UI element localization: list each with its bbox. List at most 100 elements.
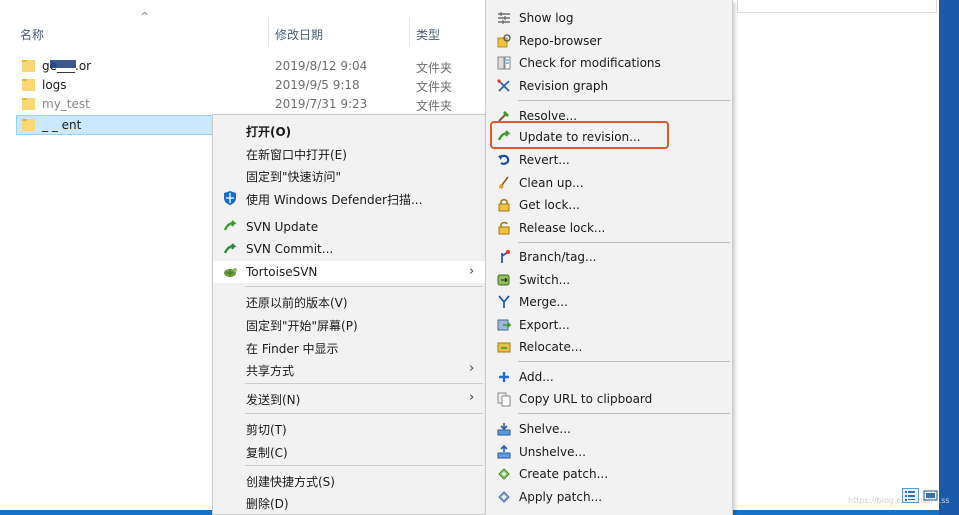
- column-header-date[interactable]: 修改日期: [275, 26, 323, 43]
- column-header-type[interactable]: 类型: [416, 26, 440, 43]
- get-lock-icon: [498, 198, 510, 212]
- svn-commit-icon: [223, 243, 237, 254]
- menu-item-open-new-window[interactable]: 在新窗口中打开(E): [213, 142, 485, 164]
- submenu-item-label: Get lock...: [519, 198, 580, 212]
- file-date: 2019/7/31 9:23: [275, 97, 368, 111]
- submenu-item-label: Switch...: [519, 273, 571, 287]
- submenu-item-export[interactable]: Export...: [486, 314, 732, 336]
- file-type: 文件夹: [416, 61, 453, 75]
- menu-item-open[interactable]: 打开(O): [213, 119, 485, 141]
- unshelve-icon: [497, 444, 511, 459]
- menu-separator: [518, 361, 730, 362]
- file-explorer-window: ^ 名称 修改日期 类型 ge___.or 2019/8/12 9:04 文件夹…: [0, 0, 959, 515]
- submenu-item-copy-url[interactable]: Copy URL to clipboard: [486, 388, 732, 410]
- file-row[interactable]: ge___.or 2019/8/12 9:04 文件夹: [16, 56, 486, 76]
- menu-item-show-in-finder[interactable]: 在 Finder 中显示: [213, 336, 485, 358]
- branch-tag-icon: [501, 250, 510, 263]
- submenu-item-label: Repo-browser: [519, 34, 602, 48]
- submenu-item-merge[interactable]: Merge...: [486, 291, 732, 313]
- apply-patch-icon: [498, 491, 510, 503]
- submenu-item-unshelve[interactable]: Unshelve...: [486, 441, 732, 463]
- submenu-item-label: Add...: [519, 370, 554, 384]
- submenu-item-label: Branch/tag...: [519, 250, 597, 264]
- submenu-item-add[interactable]: Add...: [486, 366, 732, 388]
- menu-item-defender-scan[interactable]: 使用 Windows Defender扫描...: [213, 187, 485, 209]
- submenu-item-label: Release lock...: [519, 221, 606, 235]
- folder-icon: [22, 60, 35, 72]
- large-icons-view-button[interactable]: [922, 488, 939, 503]
- menu-item-svn-update[interactable]: SVN Update: [213, 216, 485, 238]
- folder-icon: [22, 119, 35, 131]
- chevron-right-icon: ›: [469, 264, 475, 279]
- submenu-item-repo-browser[interactable]: Repo-browser: [486, 30, 732, 52]
- clean-up-icon: [499, 176, 509, 189]
- submenu-item-shelve[interactable]: Shelve...: [486, 418, 732, 440]
- menu-item-send-to[interactable]: 发送到(N) ›: [213, 387, 485, 409]
- menu-separator: [245, 286, 483, 287]
- submenu-item-label: Check for modifications: [519, 56, 661, 70]
- menu-item-label: 还原以前的版本(V): [246, 296, 348, 310]
- export-icon: [497, 319, 512, 331]
- menu-separator: [245, 413, 483, 414]
- submenu-item-label: Apply patch...: [519, 490, 603, 504]
- menu-item-cut[interactable]: 剪切(T): [213, 417, 485, 439]
- release-lock-icon: [498, 221, 510, 235]
- file-row[interactable]: my_test 2019/7/31 9:23 文件夹: [16, 94, 486, 114]
- menu-item-label: 剪切(T): [246, 423, 287, 437]
- menu-item-tortoisesvn[interactable]: TortoiseSVN ›: [213, 261, 485, 283]
- submenu-item-clean-up[interactable]: Clean up...: [486, 172, 732, 194]
- submenu-item-switch[interactable]: Switch...: [486, 269, 732, 291]
- details-view-button[interactable]: [902, 488, 919, 503]
- submenu-item-label: Clean up...: [519, 176, 584, 190]
- submenu-item-label: Create patch...: [519, 467, 609, 481]
- menu-item-label: 删除(D): [246, 497, 289, 511]
- submenu-item-label: Relocate...: [519, 340, 583, 354]
- menu-item-pin-start[interactable]: 固定到"开始"屏幕(P): [213, 313, 485, 335]
- menu-item-label: 在新窗口中打开(E): [246, 148, 347, 162]
- menu-item-create-shortcut[interactable]: 创建快捷方式(S): [213, 469, 485, 491]
- tortoisesvn-icon: [224, 268, 237, 277]
- column-header-name[interactable]: 名称: [20, 26, 44, 43]
- column-divider[interactable]: [409, 18, 410, 46]
- show-log-icon: [498, 12, 510, 24]
- sort-ascending-icon[interactable]: ^: [140, 10, 149, 23]
- submenu-item-release-lock[interactable]: Release lock...: [486, 217, 732, 239]
- submenu-item-label: Copy URL to clipboard: [519, 392, 653, 406]
- menu-separator: [245, 465, 483, 466]
- relocate-icon: [497, 342, 511, 353]
- submenu-item-get-lock[interactable]: Get lock...: [486, 194, 732, 216]
- menu-separator: [245, 383, 483, 384]
- menu-item-restore-previous[interactable]: 还原以前的版本(V): [213, 290, 485, 312]
- menu-item-label: 固定到"开始"屏幕(P): [246, 319, 358, 333]
- folder-icon: [22, 79, 35, 91]
- submenu-item-show-log[interactable]: Show log: [486, 7, 732, 29]
- submenu-item-label: Show log: [519, 11, 574, 25]
- submenu-item-revision-graph[interactable]: Revision graph: [486, 75, 732, 97]
- menu-item-label: 复制(C): [246, 446, 288, 460]
- menu-item-share-with[interactable]: 共享方式 ›: [213, 358, 485, 380]
- menu-item-label: SVN Commit...: [246, 242, 334, 256]
- submenu-item-revert[interactable]: Revert...: [486, 149, 732, 171]
- create-patch-icon: [498, 468, 510, 480]
- submenu-item-check-modifications[interactable]: Check for modifications: [486, 52, 732, 74]
- context-menu: 打开(O) 在新窗口中打开(E) 固定到"快速访问" 使用 Windows De…: [212, 114, 486, 515]
- submenu-item-apply-patch[interactable]: Apply patch...: [486, 486, 732, 508]
- submenu-item-branch-tag[interactable]: Branch/tag...: [486, 246, 732, 268]
- submenu-item-relocate[interactable]: Relocate...: [486, 336, 732, 358]
- revision-graph-icon: [497, 79, 510, 92]
- redaction-mark: [50, 60, 76, 68]
- large-icons-view-icon: [923, 490, 938, 501]
- file-name: _ _ ent: [42, 118, 82, 132]
- submenu-item-create-patch[interactable]: Create patch...: [486, 463, 732, 485]
- menu-item-copy[interactable]: 复制(C): [213, 440, 485, 462]
- column-divider[interactable]: [268, 18, 269, 46]
- menu-item-delete[interactable]: 删除(D): [213, 491, 485, 513]
- file-row[interactable]: logs 2019/9/5 9:18 文件夹: [16, 75, 486, 95]
- menu-separator: [518, 100, 730, 101]
- check-modifications-icon: [497, 56, 511, 70]
- submenu-item-label: Export...: [519, 318, 570, 332]
- file-date: 2019/9/5 9:18: [275, 78, 360, 92]
- menu-item-pin-quick-access[interactable]: 固定到"快速访问": [213, 164, 485, 186]
- menu-item-svn-commit[interactable]: SVN Commit...: [213, 238, 485, 260]
- menu-item-label: 使用 Windows Defender扫描...: [246, 193, 423, 207]
